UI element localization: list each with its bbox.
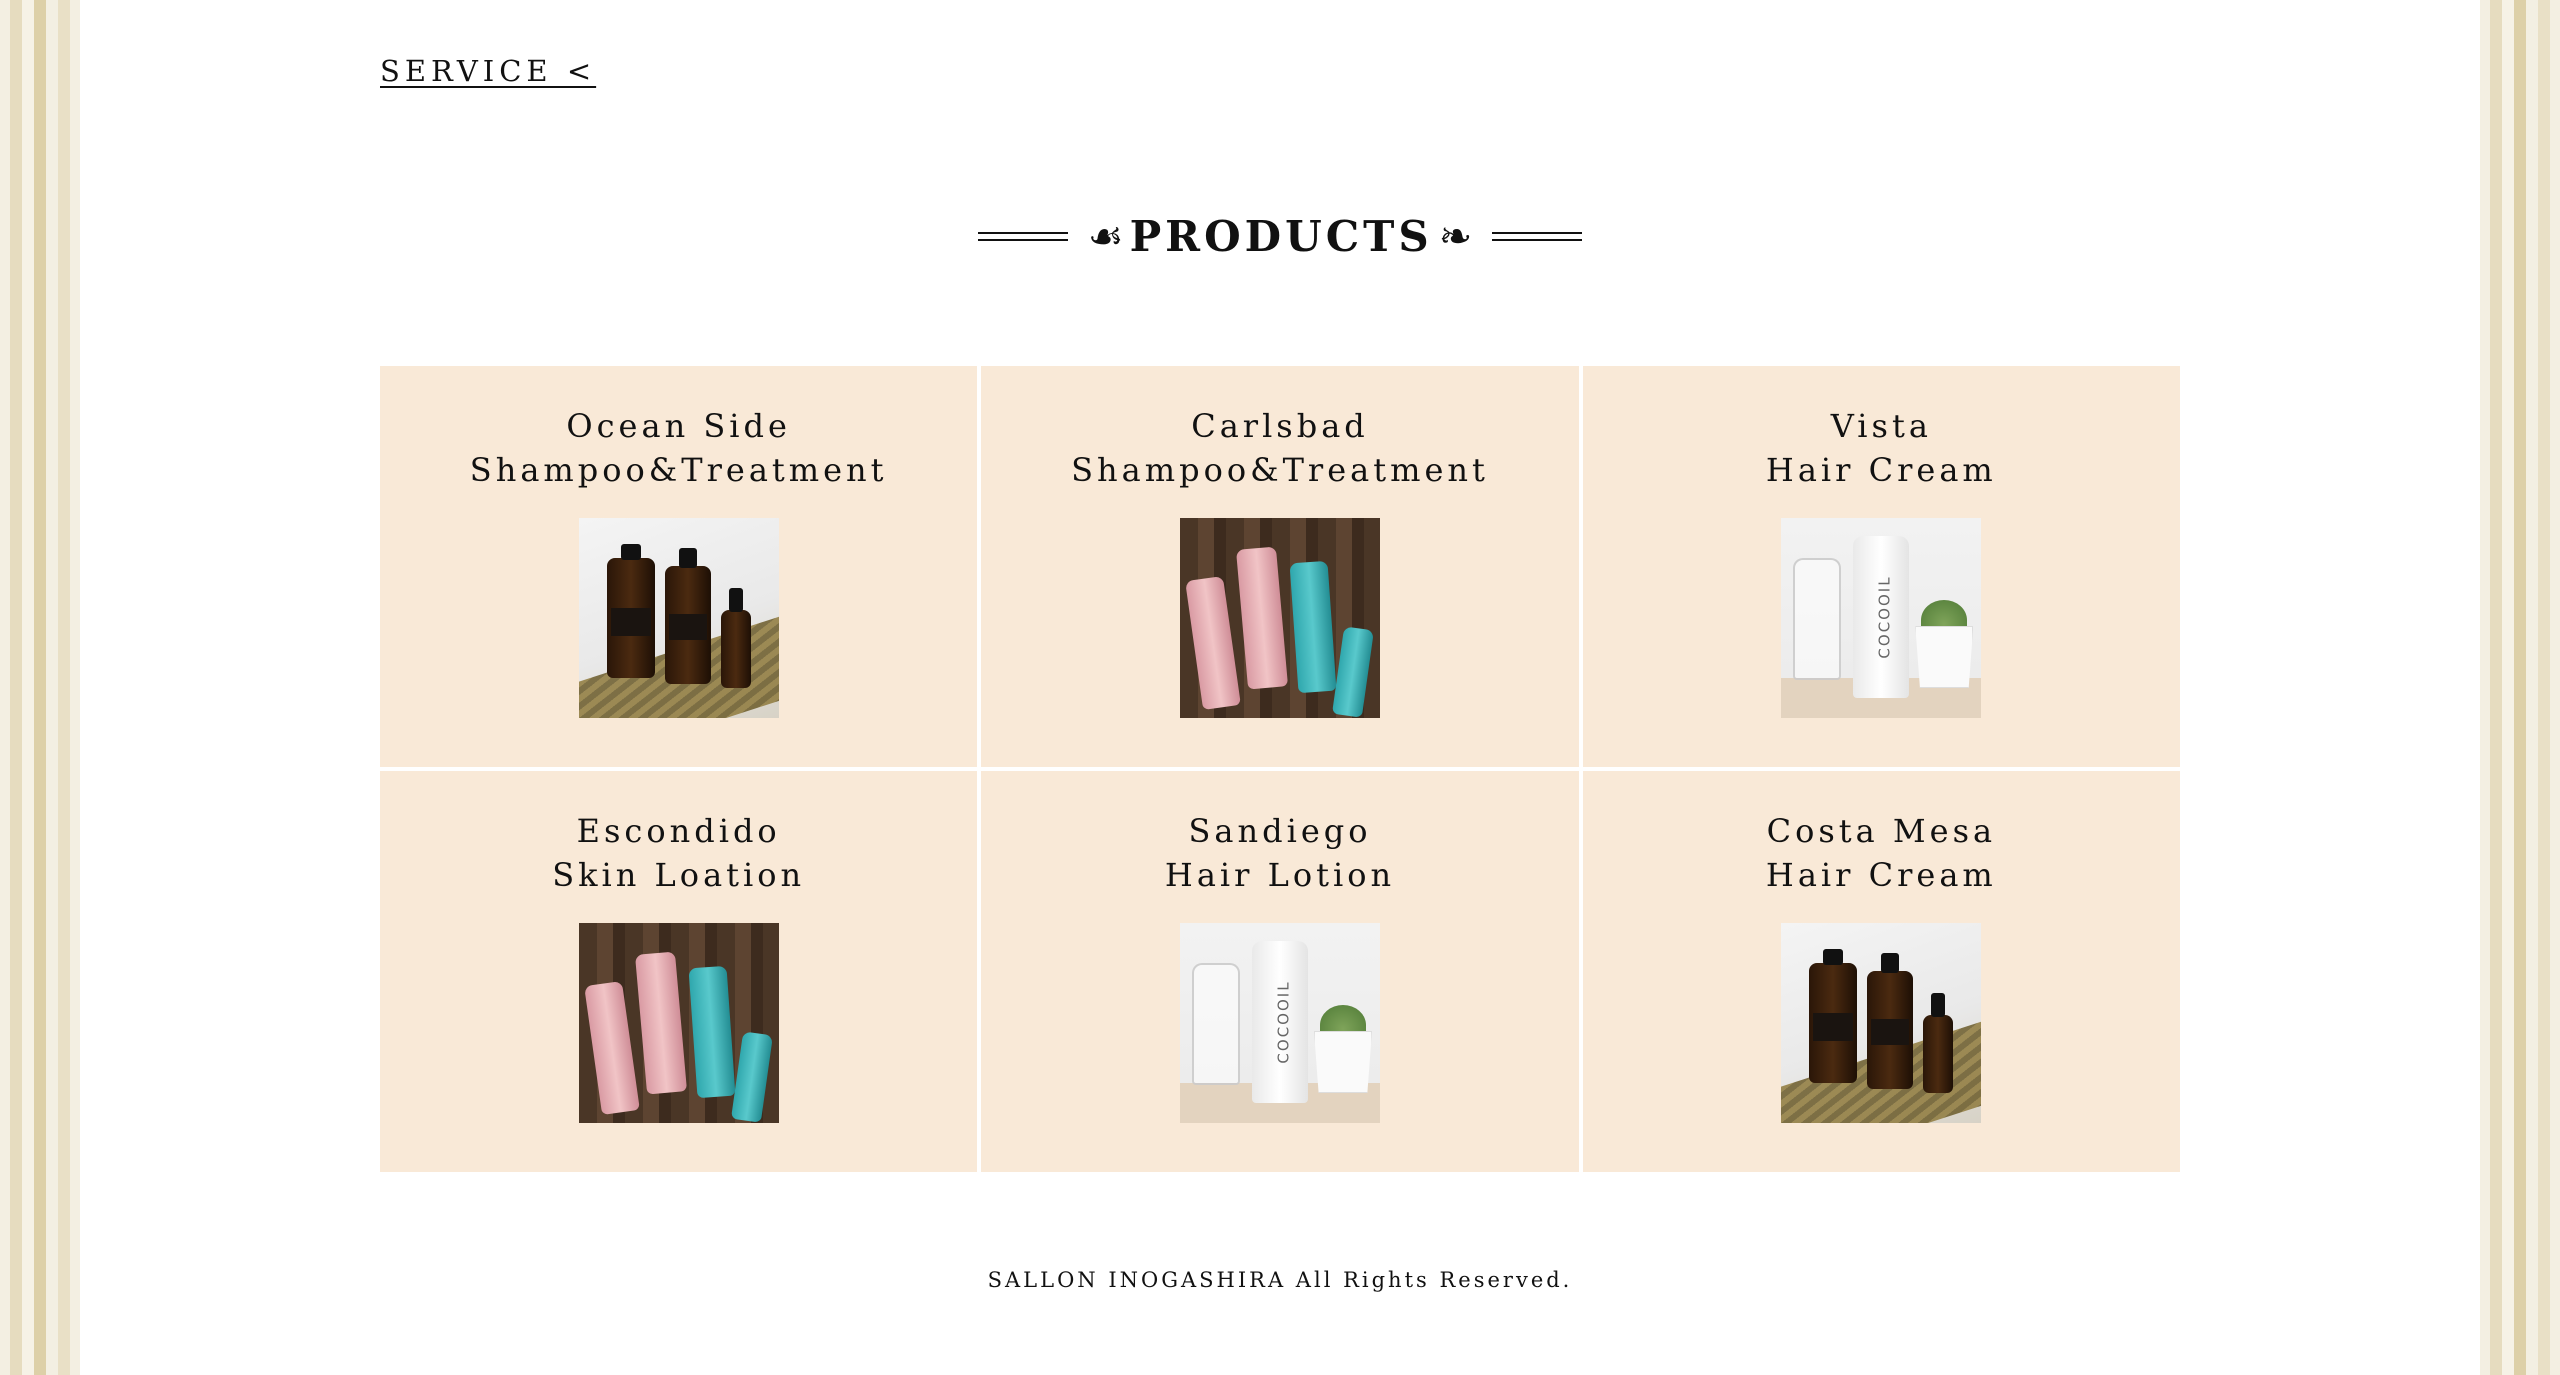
product-card[interactable]: Costa Mesa Hair Cream (1582, 771, 2180, 1172)
leaf-ornament-icon: ☙ (1087, 213, 1124, 260)
product-grid: Ocean Side Shampoo&Treatment Carlsbad Sh… (380, 366, 2180, 1172)
product-card[interactable]: Escondido Skin Loation (380, 771, 978, 1172)
heading-rule-right (1492, 232, 1583, 241)
product-card[interactable]: Sandiego Hair Lotion COCOOIL (981, 771, 1579, 1172)
product-name: Vista Hair Cream (1765, 407, 1997, 489)
product-image[interactable] (1781, 923, 1982, 1123)
product-card[interactable]: Vista Hair Cream COCOOIL (1582, 366, 2180, 767)
products-heading: ☙ PRODUCTS ❧ (80, 212, 2480, 261)
product-name: Ocean Side Shampoo&Treatment (469, 407, 888, 489)
product-image[interactable] (578, 518, 779, 718)
product-image[interactable] (1179, 518, 1380, 718)
service-back-link[interactable]: SERVICE < (380, 54, 596, 88)
product-name: Escondido Skin Loation (552, 812, 806, 894)
product-image[interactable]: COCOOIL (1781, 518, 1982, 718)
product-card[interactable]: Carlsbad Shampoo&Treatment (981, 366, 1579, 767)
section-title: PRODUCTS (1129, 212, 1433, 261)
footer-copyright: SALLON INOGASHIRA All Rights Reserved. (987, 1268, 1573, 1292)
product-name: Carlsbad Shampoo&Treatment (1071, 407, 1489, 489)
product-name: Sandiego Hair Lotion (1164, 812, 1396, 894)
product-name: Costa Mesa Hair Cream (1765, 812, 1997, 894)
heading-rule-left (977, 232, 1068, 241)
product-card[interactable]: Ocean Side Shampoo&Treatment (380, 366, 978, 767)
page-container: SERVICE < ☙ PRODUCTS ❧ Ocean Side Shampo… (80, 0, 2480, 1375)
product-image[interactable]: COCOOIL (1179, 923, 1380, 1123)
product-image[interactable] (578, 923, 779, 1123)
leaf-ornament-icon: ❧ (1438, 213, 1473, 260)
